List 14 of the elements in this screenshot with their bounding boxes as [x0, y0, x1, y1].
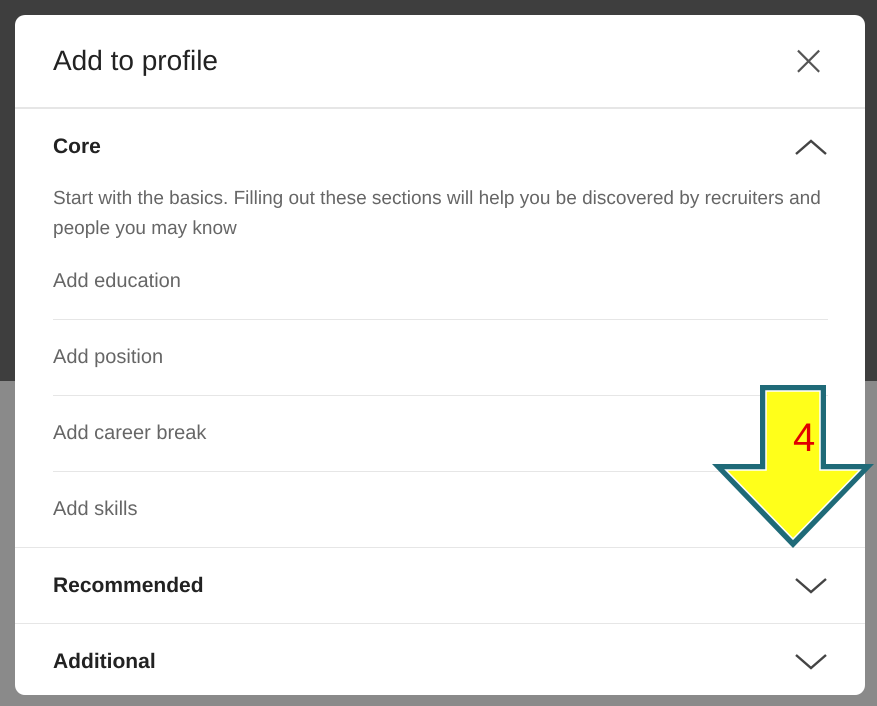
section-title: Core [53, 134, 101, 158]
dialog-title: Add to profile [53, 45, 218, 77]
section-description: Start with the basics. Filling out these sections will help you be discovered by recruiters and people you may know [53, 187, 822, 241]
expand-icon[interactable] [794, 576, 828, 596]
collapse-icon[interactable] [794, 136, 828, 156]
close-button[interactable]: × [786, 39, 831, 83]
add-link[interactable]: Add education [53, 270, 181, 293]
section-title: Additional [53, 650, 156, 674]
section-title: Recommended [53, 574, 204, 598]
add-link[interactable]: Add career break [53, 422, 206, 445]
add-link[interactable]: Add skills [53, 498, 138, 521]
expand-icon[interactable] [794, 652, 828, 672]
step-number: 4 [793, 418, 816, 458]
add-link[interactable]: Add position [53, 346, 164, 369]
